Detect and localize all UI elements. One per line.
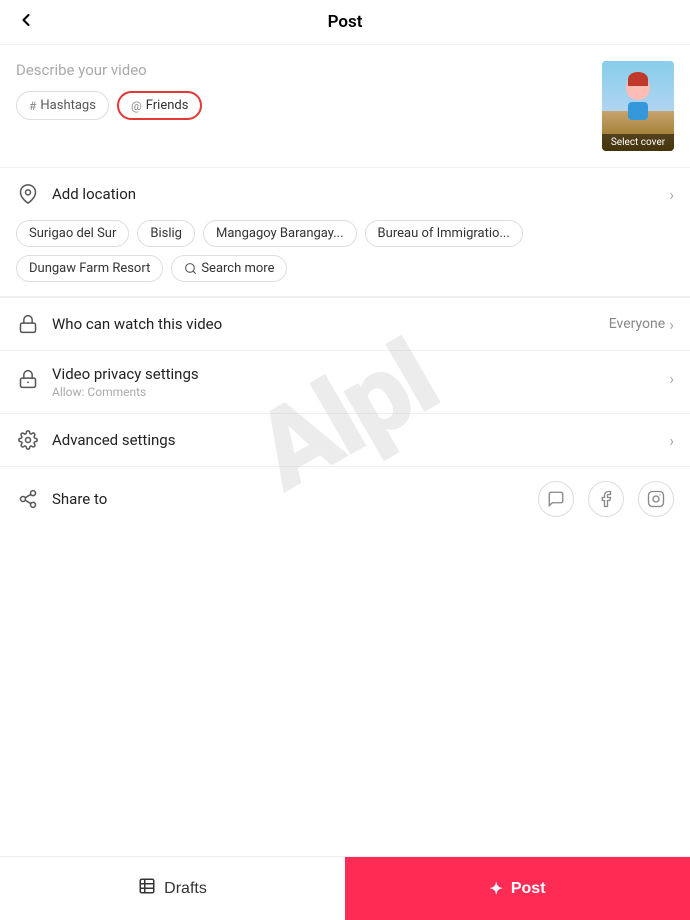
share-to-row: Share to bbox=[0, 466, 690, 531]
back-button[interactable] bbox=[16, 10, 36, 35]
video-privacy-chevron-icon: › bbox=[669, 369, 674, 388]
friends-button[interactable]: @ Friends bbox=[117, 91, 202, 120]
cover-thumbnail[interactable]: Select cover bbox=[602, 61, 674, 151]
header: Post bbox=[0, 0, 690, 45]
share-to-label: Share to bbox=[52, 490, 538, 508]
cartoon-character bbox=[626, 76, 650, 120]
video-privacy-sub-label: Allow: Comments bbox=[52, 385, 669, 399]
share-icons-group bbox=[538, 481, 674, 517]
hashtag-icon: # bbox=[29, 99, 36, 113]
hashtags-button[interactable]: # Hashtags bbox=[16, 91, 109, 120]
at-icon: @ bbox=[131, 99, 142, 113]
bottom-bar: Drafts ✦ Post bbox=[0, 856, 690, 920]
messenger-icon[interactable] bbox=[538, 481, 574, 517]
who-can-watch-label: Who can watch this video bbox=[52, 315, 609, 333]
location-chevron-icon: › bbox=[669, 185, 674, 204]
advanced-settings-chevron-icon: › bbox=[669, 431, 674, 450]
who-can-watch-value: Everyone bbox=[609, 316, 665, 332]
post-label: Post bbox=[511, 880, 546, 898]
description-area: Describe your video # Hashtags @ Friends… bbox=[0, 45, 690, 167]
tag-buttons: # Hashtags @ Friends bbox=[16, 91, 590, 120]
drafts-icon bbox=[138, 877, 156, 900]
who-can-watch-chevron-icon: › bbox=[669, 315, 674, 334]
drafts-button[interactable]: Drafts bbox=[0, 857, 345, 920]
privacy-text-area: Video privacy settings Allow: Comments bbox=[52, 365, 669, 399]
location-tag-bureau[interactable]: Bureau of Immigratio... bbox=[365, 220, 523, 247]
privacy-lock-icon bbox=[16, 367, 40, 391]
friends-label: Friends bbox=[146, 98, 189, 113]
location-icon bbox=[16, 182, 40, 206]
location-row[interactable]: Add location › bbox=[0, 167, 690, 220]
advanced-settings-row[interactable]: Advanced settings › bbox=[0, 413, 690, 466]
drafts-label: Drafts bbox=[164, 880, 207, 898]
lock-icon bbox=[16, 312, 40, 336]
search-more-button[interactable]: Search more bbox=[171, 255, 287, 282]
video-privacy-row[interactable]: Video privacy settings Allow: Comments › bbox=[0, 350, 690, 413]
location-tag-mangagoy[interactable]: Mangagoy Barangay... bbox=[203, 220, 357, 247]
location-tag-dungaw[interactable]: Dungaw Farm Resort bbox=[16, 255, 163, 282]
select-cover-label: Select cover bbox=[602, 134, 674, 151]
who-can-watch-row[interactable]: Who can watch this video Everyone › bbox=[0, 297, 690, 350]
description-placeholder[interactable]: Describe your video bbox=[16, 61, 590, 79]
search-more-label: Search more bbox=[201, 261, 274, 276]
description-input-area: Describe your video # Hashtags @ Friends bbox=[16, 61, 590, 120]
video-privacy-label: Video privacy settings bbox=[52, 365, 669, 383]
location-label: Add location bbox=[52, 185, 669, 203]
location-tag-bislig[interactable]: Bislig bbox=[137, 220, 195, 247]
post-button[interactable]: ✦ Post bbox=[345, 857, 690, 920]
location-tag-surigao[interactable]: Surigao del Sur bbox=[16, 220, 129, 247]
post-icon: ✦ bbox=[489, 879, 502, 899]
hashtags-label: Hashtags bbox=[40, 98, 96, 113]
share-icon bbox=[16, 487, 40, 511]
advanced-settings-label: Advanced settings bbox=[52, 431, 669, 449]
facebook-icon[interactable] bbox=[588, 481, 624, 517]
location-tags: Surigao del Sur Bislig Mangagoy Barangay… bbox=[0, 220, 690, 297]
page-title: Post bbox=[328, 12, 363, 32]
settings-icon bbox=[16, 428, 40, 452]
instagram-icon[interactable] bbox=[638, 481, 674, 517]
